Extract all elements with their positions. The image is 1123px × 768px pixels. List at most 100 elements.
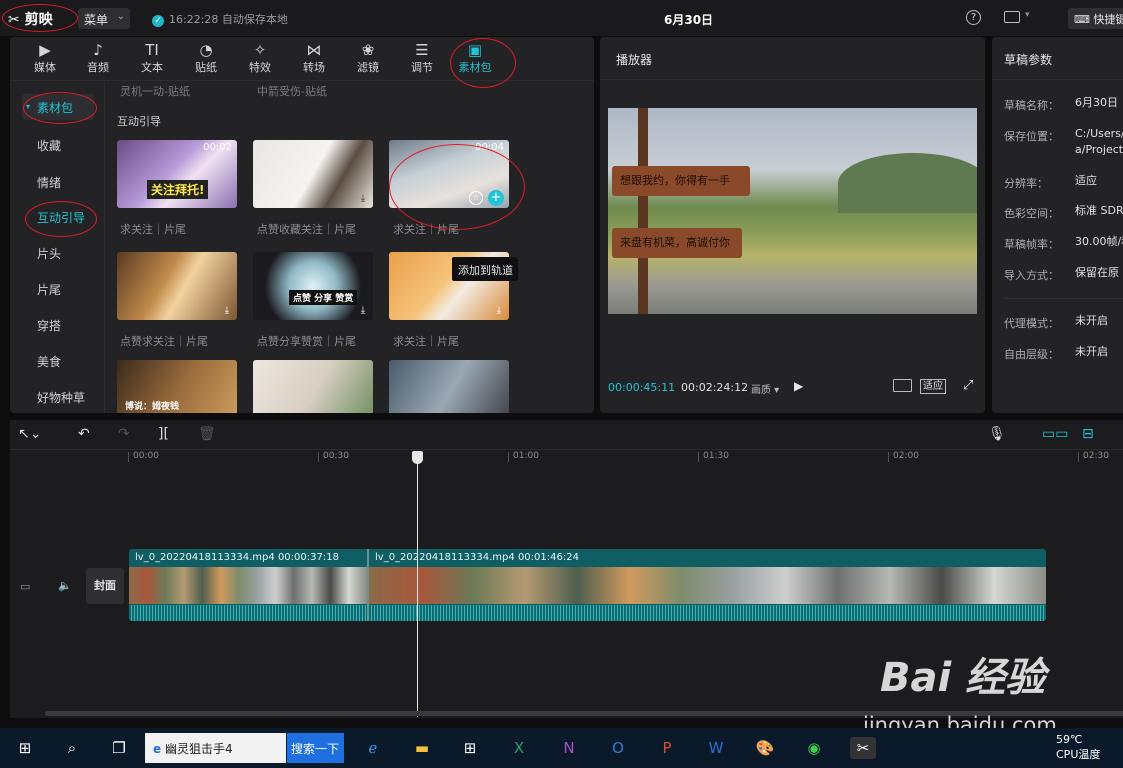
video-preview[interactable]: 想跟我约，你得有一手 来盘有机菜，高诚付你 bbox=[608, 108, 977, 314]
waveform-icon[interactable] bbox=[893, 379, 912, 392]
track-visibility-icon[interactable]: ▭ bbox=[20, 580, 30, 593]
material-card[interactable] bbox=[389, 360, 509, 413]
delete-icon[interactable]: 🗑 bbox=[198, 426, 216, 442]
sidebar-item-outfit[interactable]: 穿搭 bbox=[22, 312, 94, 338]
word-icon[interactable]: W bbox=[703, 737, 729, 759]
onenote-icon[interactable]: N bbox=[556, 737, 582, 759]
sign-text: 来盘有机菜，高诚付你 bbox=[612, 228, 742, 258]
tab-sticker[interactable]: ◔ 贴纸 bbox=[179, 37, 233, 81]
draft-panel: 草稿参数 草稿名称： 6月30日 保存位置： C:/Users/ a/Proje… bbox=[992, 37, 1123, 413]
draft-value: 30.00帧/秒 bbox=[1075, 235, 1123, 248]
menu-button[interactable]: 菜单 ⌄ bbox=[78, 8, 130, 29]
link-icon[interactable]: ▭▭ bbox=[1042, 426, 1068, 442]
play-icon[interactable]: ▶ bbox=[794, 379, 803, 393]
card-label: 求关注｜片尾 bbox=[393, 223, 459, 236]
material-card[interactable]: ⤓ bbox=[253, 140, 373, 208]
draft-value: 未开启 bbox=[1075, 314, 1108, 327]
paint-icon[interactable]: 🎨 bbox=[752, 737, 778, 759]
tab-text[interactable]: TI 文本 bbox=[125, 37, 179, 81]
video-clip[interactable]: lv_0_20220418113334.mp4 00:00:37:18 bbox=[129, 549, 367, 621]
draft-key: 色彩空间： bbox=[1004, 207, 1059, 220]
excel-icon[interactable]: X bbox=[506, 737, 532, 759]
keyboard-icon: ⌨ bbox=[1074, 13, 1094, 26]
taskbar: ⊞ ⌕ ❐ e 幽灵狙击手4 搜索一下 ℯ ▬ ⊞ X N O P W 🎨 ◉ … bbox=[0, 728, 1123, 768]
card-label: 点赞分享赞赏｜片尾 bbox=[257, 335, 356, 348]
help-icon[interactable]: ? bbox=[966, 10, 981, 25]
time-ruler[interactable]: 00:00 00:30 01:00 01:30 02:00 02:30 bbox=[128, 450, 1123, 466]
playhead-handle[interactable] bbox=[412, 451, 423, 464]
tab-effects[interactable]: ✧ 特效 bbox=[233, 37, 287, 81]
outlook-icon[interactable]: O bbox=[605, 737, 631, 759]
current-time: 00:00:45:11 bbox=[608, 381, 676, 394]
annotation-circle bbox=[389, 144, 525, 230]
download-icon[interactable]: ⤓ bbox=[357, 305, 369, 317]
select-cursor-icon[interactable]: ↖⌄ bbox=[18, 426, 41, 442]
download-icon[interactable]: ⤓ bbox=[493, 305, 505, 317]
app-icon[interactable]: ◉ bbox=[801, 737, 827, 759]
search-button[interactable]: 搜索一下 bbox=[287, 733, 344, 763]
tab-media[interactable]: ▶ 媒体 bbox=[18, 37, 72, 81]
time-tick: 00:30 bbox=[318, 452, 349, 462]
sidebar-item-emotion[interactable]: 情绪 bbox=[22, 169, 94, 195]
store-icon[interactable]: ⊞ bbox=[457, 737, 483, 759]
card-label: 灵机一动-贴纸 bbox=[120, 85, 190, 98]
sidebar-item-outro[interactable]: 片尾 bbox=[22, 276, 94, 302]
material-card[interactable]: 00:02 关注拜托! bbox=[117, 140, 237, 208]
duration-badge: 00:02 bbox=[203, 142, 232, 153]
quality-dropdown[interactable]: 画质 ▾ bbox=[751, 381, 779, 396]
draft-title: 草稿参数 bbox=[1004, 53, 1053, 67]
material-grid: 灵机一动-贴纸 中箭受伤-贴纸 互动引导 00:02 关注拜托! ⤓ 00:04… bbox=[105, 82, 594, 413]
split-icon[interactable]: ][ bbox=[158, 426, 169, 442]
task-view-icon[interactable]: ❐ bbox=[106, 737, 132, 759]
material-card[interactable]: 博说：姆夜钱 bbox=[117, 360, 237, 413]
chevron-down-icon[interactable]: ▾ bbox=[1025, 10, 1030, 20]
video-track[interactable]: lv_0_20220418113334.mp4 00:00:37:18 lv_0… bbox=[129, 549, 1046, 621]
playhead[interactable] bbox=[417, 457, 418, 717]
annotation-circle bbox=[25, 201, 97, 237]
snap-icon[interactable]: ⊟ bbox=[1082, 426, 1094, 442]
audio-waveform bbox=[129, 605, 367, 621]
tab-audio[interactable]: ♪ 音频 bbox=[71, 37, 125, 81]
fit-button[interactable]: 适应 bbox=[920, 379, 946, 394]
tab-transition[interactable]: ⋈ 转场 bbox=[287, 37, 341, 81]
sidebar-item-intro[interactable]: 片头 bbox=[22, 240, 94, 266]
download-icon[interactable]: ⤓ bbox=[221, 305, 233, 317]
tab-filter[interactable]: ❀ 滤镜 bbox=[341, 37, 395, 81]
draft-key: 自由层级： bbox=[1004, 348, 1059, 361]
microphone-icon[interactable]: 🎙 bbox=[988, 426, 1006, 442]
sidebar-item-favorites[interactable]: 收藏 bbox=[22, 132, 94, 158]
sidebar-item-food[interactable]: 美食 bbox=[22, 348, 94, 374]
layout-icon[interactable] bbox=[1004, 11, 1020, 23]
sidebar-item-product[interactable]: 好物种草 bbox=[22, 384, 94, 410]
file-explorer-icon[interactable]: ▬ bbox=[409, 737, 435, 759]
tab-adjust[interactable]: ☰ 调节 bbox=[395, 37, 449, 81]
shortcut-button[interactable]: ⌨ 快捷键 bbox=[1068, 8, 1123, 29]
capcut-icon[interactable]: ✂ bbox=[850, 737, 876, 759]
material-card[interactable] bbox=[253, 360, 373, 413]
text-icon: TI bbox=[145, 41, 159, 59]
undo-icon[interactable]: ↶ bbox=[78, 426, 90, 442]
check-icon: ✓ bbox=[152, 15, 164, 27]
video-clip[interactable]: lv_0_20220418113334.mp4 00:01:46:24 bbox=[369, 549, 1046, 621]
volume-icon[interactable]: 🔈 bbox=[58, 579, 72, 592]
chevron-down-icon: ⌄ bbox=[116, 11, 125, 22]
clip-thumbnails bbox=[129, 567, 367, 604]
powerpoint-icon[interactable]: P bbox=[654, 737, 680, 759]
material-card[interactable]: ⤓ bbox=[117, 252, 237, 320]
material-card[interactable]: 点赞 分享 赞赏 ⤓ bbox=[253, 252, 373, 320]
fullscreen-icon[interactable]: ⤢ bbox=[963, 378, 973, 393]
search-input[interactable]: e 幽灵狙击手4 bbox=[145, 733, 286, 763]
draft-key: 代理模式： bbox=[1004, 317, 1059, 330]
windows-start-icon[interactable]: ⊞ bbox=[12, 737, 38, 759]
search-icon[interactable]: ⌕ bbox=[59, 737, 85, 759]
time-tick: 02:00 bbox=[888, 452, 919, 462]
download-icon[interactable]: ⤓ bbox=[357, 193, 369, 205]
draft-value: 保留在原 bbox=[1075, 266, 1119, 279]
cover-button[interactable]: 封面 bbox=[86, 568, 124, 604]
card-caption: 博说：姆夜钱 bbox=[125, 402, 180, 412]
draft-value: 未开启 bbox=[1075, 345, 1108, 358]
edge-icon[interactable]: ℯ bbox=[360, 737, 386, 759]
divider bbox=[992, 79, 1123, 80]
redo-icon[interactable]: ↷ bbox=[118, 426, 130, 442]
draft-value: C:/Users/ a/Project bbox=[1075, 127, 1123, 156]
